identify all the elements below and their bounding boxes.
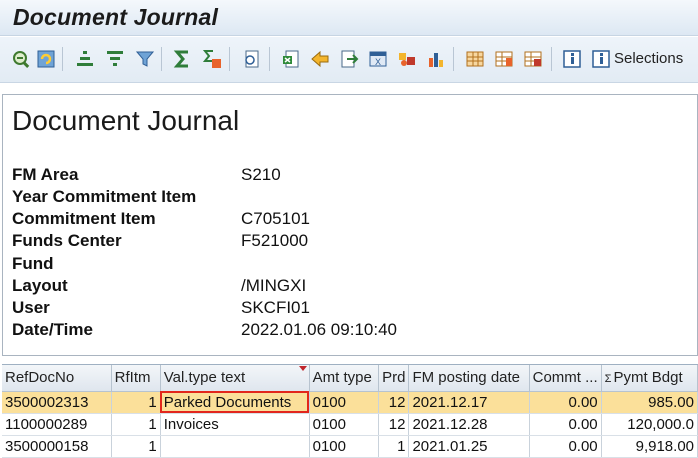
field-fund: Fund: [12, 254, 612, 276]
toolbar-separator: [269, 47, 270, 71]
export-icon[interactable]: [338, 48, 360, 70]
window-title: Document Journal: [13, 4, 219, 30]
column-header-prd[interactable]: Prd: [378, 365, 410, 392]
field-value: F521000: [241, 231, 309, 250]
cell-commt[interactable]: 0.00: [529, 413, 602, 436]
cell-refdocno[interactable]: 3500000158: [2, 435, 112, 458]
cell-prd[interactable]: 12: [378, 391, 410, 414]
cell-fm-posting-date[interactable]: 2021.01.25: [408, 435, 530, 458]
selections-button[interactable]: Selections: [614, 50, 683, 67]
column-header-rfitm[interactable]: RfItm: [111, 365, 161, 392]
cell-rfitm[interactable]: 1: [111, 391, 161, 414]
field-user: User SKCFI01: [12, 298, 612, 320]
field-label: FM Area: [12, 165, 79, 184]
table-row[interactable]: 3500002313 1 Parked Documents 0100 12 20…: [2, 391, 698, 414]
sort-indicator-icon: [298, 366, 307, 371]
cell-pymt-bdgt[interactable]: 985.00: [601, 391, 698, 414]
sort-descending-icon[interactable]: [104, 48, 126, 70]
chart-icon[interactable]: [425, 48, 447, 70]
column-header-pymt-bdgt[interactable]: Σ Pymt Bdgt: [601, 365, 698, 392]
send-icon[interactable]: [309, 48, 331, 70]
cell-val-type-text[interactable]: Parked Documents: [160, 391, 310, 414]
table-row[interactable]: 3500000158 1 0100 1 2021.01.25 0.00 9,91…: [2, 435, 698, 458]
table-header-row: RefDocNo RfItm Val.type text Amt type Pr…: [2, 365, 698, 392]
field-value: 2022.01.06 09:10:40: [241, 320, 397, 339]
cell-commt[interactable]: 0.00: [529, 391, 602, 414]
sum-icon: Σ: [604, 373, 612, 386]
subtotal-icon[interactable]: [201, 48, 223, 70]
field-value: /MINGXI: [241, 276, 307, 295]
toolbar-separator: [161, 47, 162, 71]
report-header: Document Journal FM Area S210 Year Commi…: [2, 94, 698, 356]
column-header-val-type-text[interactable]: Val.type text: [160, 365, 310, 392]
report-title: Document Journal: [12, 105, 240, 136]
cell-fm-posting-date[interactable]: 2021.12.28: [408, 413, 530, 436]
export-spreadsheet-icon[interactable]: [280, 48, 302, 70]
sum-icon[interactable]: [172, 48, 194, 70]
info-icon[interactable]: [561, 48, 583, 70]
cell-prd[interactable]: 1: [378, 435, 410, 458]
field-label: Year Commitment Item: [12, 187, 197, 206]
field-label: Funds Center: [12, 231, 122, 250]
document-journal-window: Document Journal X Selections Document J…: [0, 0, 698, 458]
field-fm-area: FM Area S210: [12, 165, 612, 187]
sort-ascending-icon[interactable]: [74, 48, 96, 70]
field-year-commitment-item: Year Commitment Item: [12, 187, 612, 209]
toolbar-separator: [229, 47, 230, 71]
field-value: S210: [241, 165, 281, 184]
cell-rfitm[interactable]: 1: [111, 435, 161, 458]
cell-refdocno[interactable]: 1100000289: [2, 413, 112, 436]
field-label: Date/Time: [12, 320, 93, 339]
change-layout-icon[interactable]: [493, 48, 515, 70]
column-header-amt-type[interactable]: Amt type: [309, 365, 380, 392]
field-label: Layout: [12, 276, 68, 295]
field-value: C705101: [241, 209, 311, 228]
field-label: Commitment Item: [12, 209, 156, 228]
column-header-label: Val.type text: [163, 369, 246, 387]
document-table: RefDocNo RfItm Val.type text Amt type Pr…: [2, 364, 698, 458]
cell-pymt-bdgt[interactable]: 9,918.00: [601, 435, 698, 458]
field-commitment-item: Commitment Item C705101: [12, 209, 612, 231]
column-header-fm-posting-date[interactable]: FM posting date: [408, 365, 530, 392]
field-label: User: [12, 298, 50, 317]
cell-val-type-text[interactable]: Invoices: [160, 413, 310, 436]
field-date-time: Date/Time 2022.01.06 09:10:40: [12, 320, 612, 342]
selections-info-icon[interactable]: [590, 48, 612, 70]
filter-icon[interactable]: [134, 48, 156, 70]
drilldown-icon[interactable]: [10, 48, 32, 70]
field-label: Fund: [12, 254, 54, 273]
field-funds-center: Funds Center F521000: [12, 231, 612, 253]
cell-amt-type[interactable]: 0100: [309, 435, 380, 458]
toolbar-separator: [62, 47, 63, 71]
toolbar-separator: [551, 47, 552, 71]
cell-pymt-bdgt[interactable]: 120,000.0: [601, 413, 698, 436]
cell-prd[interactable]: 12: [378, 413, 410, 436]
cell-amt-type[interactable]: 0100: [309, 391, 380, 414]
field-layout: Layout /MINGXI: [12, 276, 612, 298]
table-row[interactable]: 1100000289 1 Invoices 0100 12 2021.12.28…: [2, 413, 698, 436]
column-header-commt[interactable]: Commt ...: [529, 365, 602, 392]
toolbar-separator: [453, 47, 454, 71]
layout-icon[interactable]: [464, 48, 486, 70]
cell-amt-type[interactable]: 0100: [309, 413, 380, 436]
cell-fm-posting-date[interactable]: 2021.12.17: [408, 391, 530, 414]
graphic-icon[interactable]: [396, 48, 418, 70]
column-header-label: Pymt Bdgt: [613, 369, 683, 387]
details-icon[interactable]: [241, 48, 263, 70]
svg-text:X: X: [375, 57, 381, 67]
refresh-icon[interactable]: [35, 48, 57, 70]
application-toolbar: X Selections: [0, 37, 698, 83]
cell-commt[interactable]: 0.00: [529, 435, 602, 458]
cell-refdocno[interactable]: 3500002313: [2, 391, 112, 414]
cell-rfitm[interactable]: 1: [111, 413, 161, 436]
field-value: SKCFI01: [241, 298, 310, 317]
save-layout-icon[interactable]: [522, 48, 544, 70]
word-export-icon[interactable]: X: [367, 48, 389, 70]
column-header-refdocno[interactable]: RefDocNo: [2, 365, 112, 392]
title-bar: Document Journal: [0, 0, 698, 36]
cell-val-type-text[interactable]: [160, 435, 310, 458]
